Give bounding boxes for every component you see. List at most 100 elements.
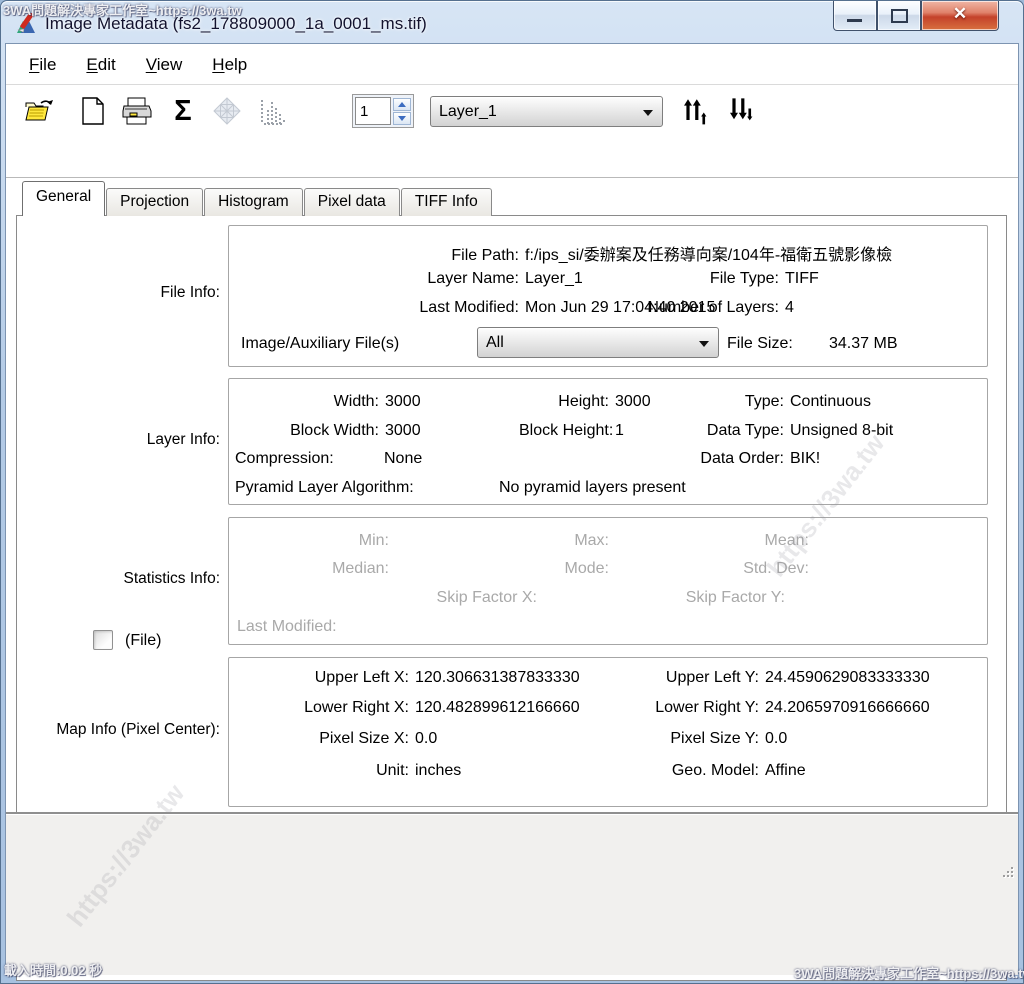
lower-right-x-label: Lower Right X: [229, 699, 409, 717]
open-button[interactable] [22, 94, 56, 128]
number-of-layers-value: 4 [779, 299, 794, 317]
file-size-label: File Size: [727, 335, 793, 354]
statistics-sigma-icon: Σ [174, 97, 191, 126]
upper-left-y-label: Upper Left Y: [609, 669, 759, 687]
menu-item-view[interactable]: View [133, 49, 196, 81]
pyramid-disabled-icon [212, 96, 242, 126]
toolbar: Σ [6, 85, 1018, 178]
upper-left-y-value: 24.4590629083333330 [759, 669, 930, 687]
file-path-value: f:/ips_si/委辦案及任務導向案/104年-福衛五號影像檢 [519, 241, 892, 265]
layers-down-button[interactable] [724, 94, 758, 128]
statistics-info-label: Statistics Info: [17, 570, 220, 588]
layer-name-label: Layer Name: [229, 270, 519, 288]
pixel-size-x-label: Pixel Size X: [229, 730, 409, 748]
open-icon [24, 98, 54, 124]
aux-files-select[interactable]: All [477, 327, 719, 358]
upper-left-x-label: Upper Left X: [229, 669, 409, 687]
spinner-up-icon [398, 102, 406, 107]
chevron-down-icon [643, 110, 653, 116]
maximize-button[interactable] [877, 1, 921, 31]
height-label: Height: [519, 393, 609, 411]
watermark-bottom-left: 載入時間:0.02 秒 [4, 960, 102, 979]
lower-right-y-value: 24.2065970916666660 [759, 699, 930, 717]
pyramid-button [210, 94, 244, 128]
data-type-label: Data Type: [669, 422, 784, 440]
new-document-button[interactable] [76, 94, 110, 128]
block-width-value: 3000 [379, 422, 421, 440]
height-value: 3000 [609, 393, 651, 411]
tab-projection[interactable]: Projection [106, 188, 203, 216]
window-frame: Image Metadata (fs2_178809000_1a_0001_ms… [0, 0, 1024, 984]
layers-up-button[interactable] [678, 94, 712, 128]
spinner-up-button[interactable] [393, 98, 411, 111]
tab-pixel-data[interactable]: Pixel data [304, 188, 400, 216]
skip-factor-x-label: Skip Factor X: [379, 589, 537, 607]
menu-item-edit[interactable]: Edit [73, 49, 128, 81]
print-button[interactable] [120, 94, 154, 128]
mode-label: Mode: [519, 560, 609, 578]
block-height-value: 1 [609, 422, 624, 440]
file-info-label: File Info: [17, 284, 220, 302]
file-statistics-checkbox-label: (File) [125, 632, 161, 651]
unit-value: inches [409, 762, 461, 780]
median-label: Median: [229, 560, 389, 578]
maximize-icon [891, 9, 908, 23]
layers-up-icon [680, 96, 710, 126]
layer-info-label: Layer Info: [17, 431, 220, 449]
window-client-area: File Edit View Help [5, 43, 1019, 974]
file-info-group: File Path: f:/ips_si/委辦案及任務導向案/104年-福衛五號… [228, 225, 988, 367]
type-value: Continuous [784, 393, 871, 411]
aux-files-label: Image/Auxiliary File(s) [241, 335, 399, 354]
geo-model-value: Affine [759, 762, 806, 780]
block-width-label: Block Width: [229, 422, 379, 440]
min-label: Min: [229, 532, 389, 550]
max-label: Max: [519, 532, 609, 550]
lower-right-y-label: Lower Right Y: [609, 699, 759, 717]
map-info-label: Map Info (Pixel Center): [17, 721, 220, 739]
spinner-down-icon [398, 116, 406, 121]
type-label: Type: [669, 393, 784, 411]
menu-bar: File Edit View Help [6, 46, 1018, 85]
minimize-icon [847, 19, 862, 22]
aux-files-select-value: All [486, 334, 504, 352]
tab-histogram[interactable]: Histogram [204, 188, 303, 216]
status-bar [6, 814, 1018, 975]
layer-name-value: Layer_1 [519, 270, 583, 288]
watermark-bottom-right: 3WA問題解決專家工作室~https://3wa.tw [794, 963, 1024, 982]
mean-label: Mean: [689, 532, 809, 550]
histogram-button [256, 94, 290, 128]
layer-number-spinner [352, 94, 414, 128]
file-type-label: File Type: [619, 270, 779, 288]
close-button[interactable]: ✕ [921, 1, 999, 31]
std-dev-label: Std. Dev: [689, 560, 809, 578]
statistics-button[interactable]: Σ [166, 94, 200, 128]
layer-number-input[interactable] [355, 97, 391, 125]
menu-item-file[interactable]: File [16, 49, 69, 81]
spinner-down-button[interactable] [393, 112, 411, 125]
layer-info-group: Width: 3000 Height: 3000 Type: Continuou… [228, 378, 988, 505]
layer-select[interactable]: Layer_1 [430, 96, 663, 127]
data-order-label: Data Order: [669, 450, 784, 468]
close-icon: ✕ [922, 4, 998, 24]
compression-value: None [384, 450, 422, 469]
skip-factor-y-label: Skip Factor Y: [629, 589, 785, 607]
layer-select-value: Layer_1 [439, 103, 497, 121]
layers-down-icon [726, 96, 756, 126]
geo-model-label: Geo. Model: [609, 762, 759, 780]
compression-label: Compression: [235, 450, 334, 469]
tab-general[interactable]: General [22, 181, 105, 216]
menu-item-help[interactable]: Help [199, 49, 260, 81]
pixel-size-y-value: 0.0 [759, 730, 787, 748]
width-label: Width: [229, 393, 379, 411]
upper-left-x-value: 120.306631387833330 [409, 669, 580, 687]
data-order-value: BIK! [784, 450, 820, 468]
chevron-down-icon [699, 341, 709, 347]
tab-bar: General Projection Histogram Pixel data … [22, 183, 493, 216]
file-statistics-checkbox[interactable] [93, 630, 113, 650]
unit-label: Unit: [229, 762, 409, 780]
resize-grip[interactable] [1001, 865, 1013, 877]
data-type-value: Unsigned 8-bit [784, 422, 893, 440]
minimize-button[interactable] [833, 1, 877, 31]
tab-tiff-info[interactable]: TIFF Info [401, 188, 492, 216]
lower-right-x-value: 120.482899612166660 [409, 699, 580, 717]
